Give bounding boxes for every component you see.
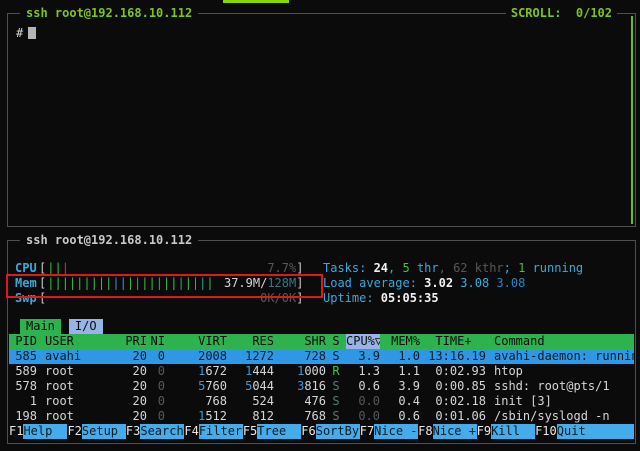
fkey-f5-tree[interactable]: F5Tree bbox=[243, 424, 301, 439]
mem-meter: Mem[|||||||||||||||||||||||37.9M/128M] bbox=[15, 276, 303, 291]
fkey-number: F9 bbox=[477, 424, 491, 439]
fkey-label: Search bbox=[140, 424, 184, 439]
cpu-meter-label: CPU bbox=[15, 261, 39, 276]
fkey-label: Tree bbox=[257, 424, 301, 439]
fkey-number: F3 bbox=[126, 424, 140, 439]
fkey-f3-search[interactable]: F3Search bbox=[126, 424, 184, 439]
table-row[interactable]: 198root2001512812768S0.00.60:01.06/sbin/… bbox=[9, 409, 634, 424]
mem-meter-value: 37.9M/128M bbox=[224, 276, 296, 291]
column-header-user[interactable]: USER bbox=[37, 334, 109, 349]
fkey-label: Nice + bbox=[433, 424, 477, 439]
uptime-line: Uptime: 05:05:35 bbox=[323, 291, 583, 306]
fkey-label: Filter bbox=[199, 424, 243, 439]
fkey-number: F2 bbox=[67, 424, 81, 439]
column-header-cpu[interactable]: CPU%▽ bbox=[346, 334, 380, 349]
column-header-pri[interactable]: PRI bbox=[109, 334, 147, 349]
fkey-label: Help bbox=[23, 424, 67, 439]
table-header-row: PIDUSERPRINIVIRTRESSHRSCPU%▽MEM%TIME+ Co… bbox=[9, 334, 634, 349]
fkey-label: Nice - bbox=[374, 424, 418, 439]
swp-meter: Swp[0K/0K] bbox=[15, 291, 303, 306]
mem-meter-label: Mem bbox=[15, 276, 39, 291]
column-header-shr[interactable]: SHR bbox=[274, 334, 326, 349]
ssh-shell-pane[interactable]: ssh root@192.168.10.112 SCROLL: 0/102 # bbox=[7, 13, 636, 227]
table-row[interactable]: 1root200768524476S0.00.40:02.18init [3] bbox=[9, 394, 634, 409]
top-pane-title: ssh root@192.168.10.112 bbox=[20, 6, 198, 21]
terminal-screen: ssh root@192.168.10.112 SCROLL: 0/102 # … bbox=[0, 0, 640, 451]
scroll-indicator: SCROLL: 0/102 bbox=[506, 6, 617, 21]
column-header-res[interactable]: RES bbox=[227, 334, 274, 349]
fkey-label: SortBy bbox=[316, 424, 360, 439]
column-header-time[interactable]: TIME+ bbox=[420, 334, 486, 349]
column-header-s[interactable]: S bbox=[326, 334, 346, 349]
text-cursor bbox=[28, 27, 36, 39]
load-average-line: Load average: 3.02 3.08 3.08 bbox=[323, 276, 583, 291]
fkey-f6-sortby[interactable]: F6SortBy bbox=[301, 424, 359, 439]
shell-prompt-line[interactable]: # bbox=[16, 26, 36, 41]
swp-meter-value: 0K/0K bbox=[260, 291, 296, 306]
fkey-number: F1 bbox=[9, 424, 23, 439]
fkey-number: F4 bbox=[184, 424, 198, 439]
fkey-number: F7 bbox=[360, 424, 374, 439]
table-row[interactable]: 578root200576050443816S0.63.90:00.85sshd… bbox=[9, 379, 634, 394]
tab-io[interactable]: I/O bbox=[69, 319, 103, 334]
column-header-mem[interactable]: MEM% bbox=[380, 334, 420, 349]
column-header-command[interactable]: Command bbox=[486, 334, 634, 349]
shell-prompt: # bbox=[16, 26, 23, 40]
cpu-meter-value: 7.7% bbox=[267, 261, 296, 276]
table-row[interactable]: 589root200167214441000R1.31.10:02.93htop bbox=[9, 364, 634, 379]
fkey-number: F6 bbox=[301, 424, 315, 439]
fkey-f1-help[interactable]: F1Help bbox=[9, 424, 67, 439]
htop-tabs: Main I/O bbox=[20, 319, 111, 334]
top-progress-line bbox=[223, 0, 289, 3]
process-table: PIDUSERPRINIVIRTRESSHRSCPU%▽MEM%TIME+ Co… bbox=[9, 334, 634, 424]
fkey-label: Setup bbox=[82, 424, 126, 439]
tab-main[interactable]: Main bbox=[20, 319, 61, 334]
tasks-line: Tasks: 24, 5 thr, 62 kthr; 1 running bbox=[323, 261, 583, 276]
column-header-ni[interactable]: NI bbox=[147, 334, 165, 349]
table-row-selected[interactable]: 585avahi20020081272728S3.91.013:16.19ava… bbox=[9, 349, 634, 364]
fkey-f7-nice-[interactable]: F7Nice - bbox=[360, 424, 418, 439]
fkey-f8-nice+[interactable]: F8Nice + bbox=[418, 424, 476, 439]
fkey-number: F10 bbox=[535, 424, 557, 439]
fkey-f2-setup[interactable]: F2Setup bbox=[67, 424, 125, 439]
fkey-f10-quit[interactable]: F10Quit bbox=[535, 424, 634, 439]
fkey-label: Kill bbox=[491, 424, 535, 439]
cpu-meter: CPU[|||7.7%] bbox=[15, 261, 303, 276]
fkey-f9-kill[interactable]: F9Kill bbox=[477, 424, 535, 439]
fkey-f4-filter[interactable]: F4Filter bbox=[184, 424, 242, 439]
bottom-pane-title: ssh root@192.168.10.112 bbox=[20, 233, 198, 248]
function-key-bar: F1Help F2Setup F3SearchF4FilterF5Tree F6… bbox=[9, 424, 634, 439]
swp-meter-label: Swp bbox=[15, 291, 39, 306]
htop-meters: CPU[|||7.7%]Mem[|||||||||||||||||||||||3… bbox=[15, 261, 303, 306]
htop-info-column: Tasks: 24, 5 thr, 62 kthr; 1 runningLoad… bbox=[323, 261, 583, 306]
scroll-position-bar[interactable] bbox=[631, 16, 633, 224]
column-header-virt[interactable]: VIRT bbox=[165, 334, 227, 349]
fkey-label: Quit bbox=[557, 424, 634, 439]
fkey-number: F5 bbox=[243, 424, 257, 439]
column-header-pid[interactable]: PID bbox=[9, 334, 37, 349]
htop-pane[interactable]: ssh root@192.168.10.112 CPU[|||7.7%]Mem[… bbox=[7, 240, 636, 444]
fkey-number: F8 bbox=[418, 424, 432, 439]
